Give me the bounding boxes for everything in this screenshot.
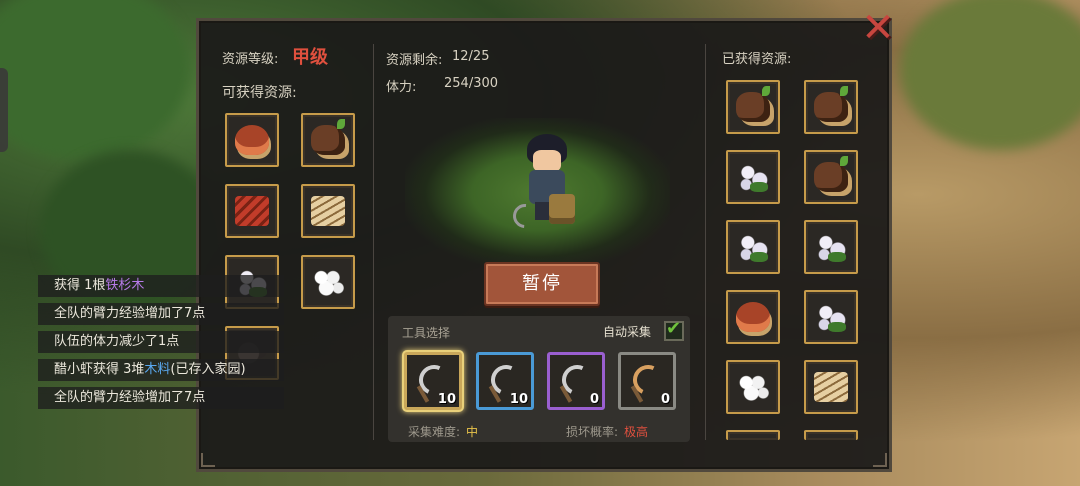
background-tree (0, 0, 190, 160)
side-tab[interactable] (0, 68, 8, 152)
tool-selection-panel: 工具选择 自动采集 10 10 0 0 采集难度: 中 损坏概率: 极高 (388, 316, 690, 442)
tool-count: 10 (509, 392, 528, 407)
tool-count: 10 (437, 392, 456, 407)
auto-gather-label: 自动采集 (603, 325, 652, 339)
log-line: 获得 1根铁杉木 (38, 275, 284, 297)
obtained-slot-partial (726, 430, 780, 440)
obtained-slot[interactable] (726, 360, 780, 414)
wood-log-icon (814, 156, 848, 192)
stamina-label: 体力: (386, 80, 417, 95)
stamina-value: 254/300 (444, 76, 499, 91)
panel-corner (201, 453, 215, 467)
wood-log-icon (736, 86, 770, 122)
mushroom-icon (736, 302, 770, 332)
obtained-slot[interactable] (726, 150, 780, 204)
player-character (508, 130, 585, 233)
break-rate-label: 损坏概率: (566, 425, 619, 439)
obtained-slot[interactable] (804, 80, 858, 134)
obtained-slot[interactable] (726, 290, 780, 344)
log-text: 全队的臂力经验增加了7点 (54, 390, 206, 405)
log-text: 醋小虾获得 3堆 (54, 362, 145, 377)
remaining-value: 12/25 (452, 49, 490, 64)
wood-log-icon (311, 119, 345, 155)
wood-log-icon (814, 86, 848, 122)
available-slot-wood[interactable] (301, 113, 355, 167)
character-face (533, 150, 561, 172)
obtained-slot[interactable] (726, 80, 780, 134)
obtained-slot[interactable] (804, 220, 858, 274)
difficulty-info: 采集难度: 中 (408, 423, 478, 440)
log-text: (已存入家园) (170, 362, 246, 377)
flower-icon (736, 232, 770, 262)
log-text: 全队的臂力经验增加了7点 (54, 306, 206, 321)
log-line: 全队的臂力经验增加了7点 (38, 387, 284, 409)
available-label: 可获得资源: (222, 85, 297, 101)
flower-icon (814, 302, 848, 332)
tool-slot-sickle-4[interactable]: 0 (618, 352, 676, 410)
divider (705, 44, 706, 440)
cotton-icon (311, 267, 345, 297)
difficulty-value: 中 (466, 425, 479, 439)
remaining-label: 资源剩余: (386, 53, 443, 68)
tool-count: 0 (589, 392, 599, 407)
close-icon[interactable]: ✕ (858, 8, 898, 48)
log-line: 队伍的体力减少了1点 (38, 331, 284, 353)
log-item-highlight: 木料 (144, 362, 171, 377)
tool-selection-title: 工具选择 (402, 326, 451, 340)
background-tree (900, 0, 1080, 150)
cotton-icon (736, 372, 770, 402)
mushroom-icon (235, 125, 269, 155)
flower-icon (736, 162, 770, 192)
obtained-slot[interactable] (726, 220, 780, 274)
planks-icon (814, 372, 848, 402)
tool-count: 0 (660, 392, 670, 407)
tool-slot-sickle-1[interactable]: 10 (404, 352, 462, 410)
grade-label: 资源等级: (222, 52, 279, 67)
obtained-slot-partial (804, 430, 858, 440)
log-item-highlight: 铁杉木 (105, 278, 145, 293)
panel-corner (873, 453, 887, 467)
log-text: 获得 1根 (54, 278, 106, 293)
divider (373, 44, 374, 440)
obtained-label: 已获得资源: (722, 52, 792, 67)
obtained-slot[interactable] (804, 290, 858, 344)
tool-slot-sickle-3[interactable]: 0 (547, 352, 605, 410)
difficulty-label: 采集难度: (408, 425, 461, 439)
break-rate-value: 极高 (624, 425, 649, 439)
basket-icon (549, 194, 575, 224)
flower-icon (814, 232, 848, 262)
available-slot-redwood[interactable] (225, 184, 279, 238)
auto-gather-checkbox[interactable] (664, 318, 684, 341)
available-slot-planks[interactable] (301, 184, 355, 238)
log-line: 全队的臂力经验增加了7点 (38, 303, 284, 325)
break-rate-info: 损坏概率: 极高 (566, 423, 648, 440)
obtained-slot[interactable] (804, 150, 858, 204)
grade-value: 甲级 (292, 47, 328, 68)
log-line: 醋小虾获得 3堆木料(已存入家园) (38, 359, 284, 381)
available-slot-mushroom[interactable] (225, 113, 279, 167)
available-slot-cotton[interactable] (301, 255, 355, 309)
log-text: 队伍的体力减少了1点 (54, 334, 180, 349)
tool-slot-sickle-2[interactable]: 10 (476, 352, 534, 410)
pause-button[interactable]: 暂停 (484, 262, 600, 306)
planks-icon (311, 196, 345, 226)
obtained-slot[interactable] (804, 360, 858, 414)
red-wood-icon (235, 196, 269, 226)
